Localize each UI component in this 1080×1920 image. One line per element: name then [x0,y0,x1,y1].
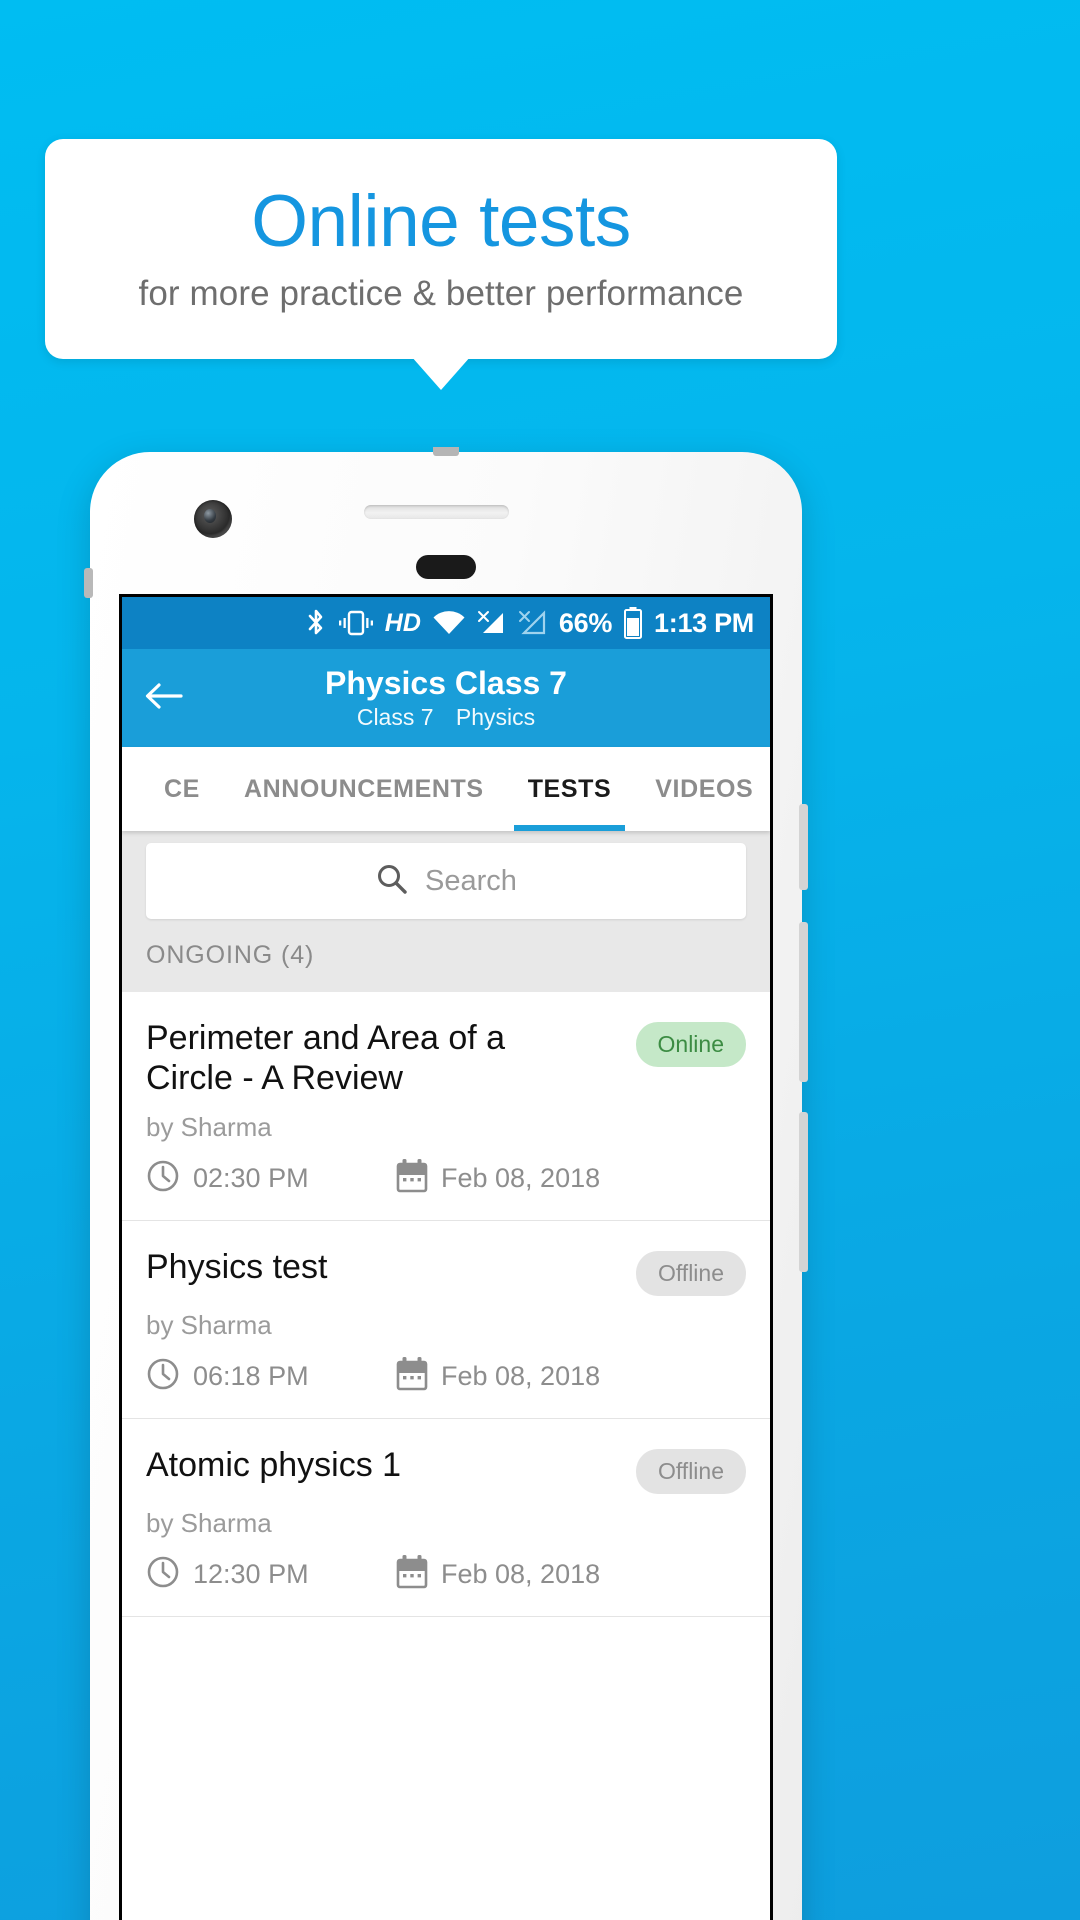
promo-headline: Online tests [251,180,631,262]
tests-list: Perimeter and Area of a Circle - A Revie… [122,992,770,1618]
status-badge: Online [635,1022,746,1067]
test-card-header: Physics test Offline [146,1247,746,1297]
status-bar: HD 66% 1:13 PM [122,597,770,649]
battery-percent-label: 66% [558,607,613,638]
home-button[interactable] [416,555,476,579]
test-author: by Sharma [146,1508,272,1539]
test-time: 06:18 PM [146,1357,396,1396]
test-time-label: 02:30 PM [193,1163,309,1194]
earpiece-speaker [364,505,509,519]
promo-screenshot: Online tests for more practice & better … [0,0,1080,1920]
search-input[interactable]: Search [146,843,746,919]
test-date-label: Feb 08, 2018 [441,1163,601,1194]
test-meta: 06:18 PM Feb 08, 2018 [146,1357,746,1396]
phone-left-button[interactable] [84,568,93,598]
clock-icon [146,1357,180,1396]
bluetooth-icon [305,608,327,638]
tab-tests[interactable]: TESTS [506,747,634,831]
search-bar-container: Search [122,831,770,935]
calendar-icon [396,1555,428,1594]
phone-volume-down-button[interactable] [799,1112,808,1272]
phone-frame: HD 66% 1:13 PM Physics Class 7 Class 7 P… [84,447,808,1920]
test-date-label: Feb 08, 2018 [441,1361,601,1392]
test-title: Physics test [146,1248,328,1287]
signal-off-2-icon [518,610,548,636]
vibrate-icon [338,609,374,637]
test-date: Feb 08, 2018 [396,1357,600,1396]
test-meta: 12:30 PM Feb 08, 2018 [146,1555,746,1594]
section-header-ongoing: ONGOING (4) [122,935,770,992]
phone-volume-up-button[interactable] [799,922,808,1082]
app-bar-titles: Physics Class 7 Class 7 Physics [122,665,770,731]
test-date-label: Feb 08, 2018 [441,1559,601,1590]
promo-bubble: Online tests for more practice & better … [45,139,837,359]
phone-antenna-notch [433,447,459,456]
tests-content: Search ONGOING (4) Perimeter and Area of… [122,831,770,1618]
test-title: Atomic physics 1 [146,1446,402,1485]
test-meta: 02:30 PM Feb 08, 2018 [146,1159,746,1198]
test-time: 02:30 PM [146,1159,396,1198]
clock-icon [146,1159,180,1198]
breadcrumb-subject: Physics [455,703,536,730]
battery-icon [623,607,643,639]
clock-label: 1:13 PM [654,607,754,638]
test-time: 12:30 PM [146,1555,396,1594]
test-author: by Sharma [146,1112,272,1143]
test-date: Feb 08, 2018 [396,1555,600,1594]
tab-announcements[interactable]: ANNOUNCEMENTS [222,747,506,831]
test-list-item[interactable]: Physics test Offline by Sharma 06:18 PM … [122,1221,770,1420]
test-time-label: 12:30 PM [193,1559,309,1590]
breadcrumb-class: Class 7 [356,703,434,730]
test-card-header: Atomic physics 1 Offline [146,1445,746,1495]
phone-screen: HD 66% 1:13 PM Physics Class 7 Class 7 P… [119,594,773,1920]
status-badge: Offline [635,1449,746,1495]
breadcrumb: Class 7 Physics [122,704,770,731]
calendar-icon [396,1357,428,1396]
phone-power-button[interactable] [799,804,808,890]
tab-videos[interactable]: VIDEOS [633,747,770,831]
wifi-icon [432,610,466,636]
front-camera-icon [194,500,232,538]
test-time-label: 06:18 PM [193,1361,309,1392]
app-bar: Physics Class 7 Class 7 Physics [122,649,770,747]
page-title: Physics Class 7 [325,665,567,702]
search-icon [375,862,409,901]
test-date: Feb 08, 2018 [396,1159,600,1198]
hd-label: HD [384,608,421,637]
test-list-item[interactable]: Perimeter and Area of a Circle - A Revie… [122,992,770,1222]
signal-off-icon [477,610,507,636]
search-placeholder: Search [425,864,517,897]
promo-subheadline: for more practice & better performance [138,274,744,314]
calendar-icon [396,1159,428,1198]
status-badge: Offline [635,1251,746,1297]
tab-ce[interactable]: CE [142,747,222,831]
test-title: Perimeter and Area of a Circle - A Revie… [146,1019,506,1098]
test-author: by Sharma [146,1310,272,1341]
test-list-item[interactable]: Atomic physics 1 Offline by Sharma 12:30… [122,1419,770,1618]
clock-icon [146,1555,180,1594]
back-button[interactable] [122,680,206,717]
back-arrow-icon [144,680,184,717]
tab-bar: CE ANNOUNCEMENTS TESTS VIDEOS [122,747,770,831]
promo-bubble-tail [411,356,471,390]
test-card-header: Perimeter and Area of a Circle - A Revie… [146,1018,746,1098]
